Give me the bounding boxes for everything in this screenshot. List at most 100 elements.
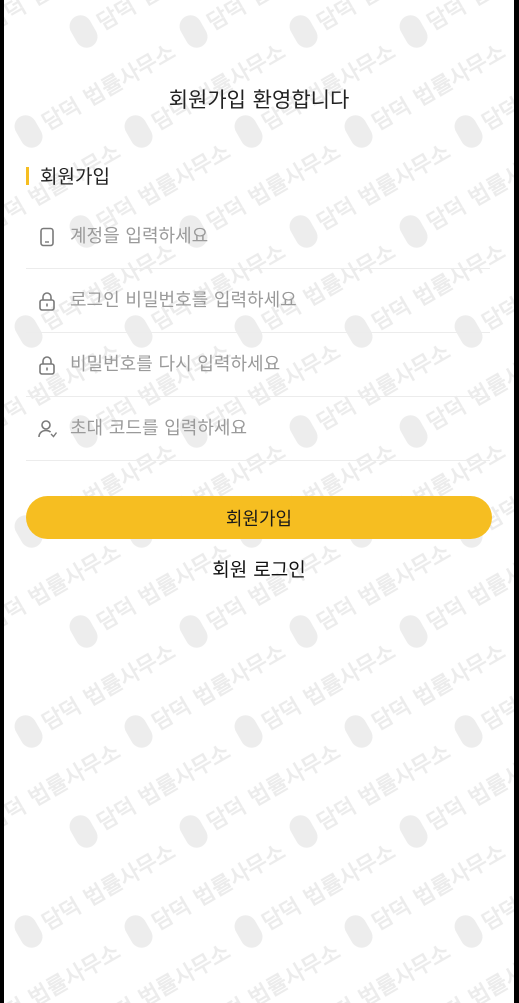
section-accent-bar [26, 166, 29, 185]
watermark-seal-icon [285, 11, 322, 52]
watermark-seal-icon [395, 611, 432, 652]
watermark-stamp: 담덕 법률사무소 [286, 934, 457, 1003]
phone-icon [36, 226, 58, 248]
watermark-stamp: 담덕 법률사무소 [395, 734, 514, 852]
watermark-stamp: 담덕 법률사무소 [285, 0, 457, 52]
watermark-text: 담덕 법률사무소 [90, 0, 235, 37]
watermark-seal-icon [340, 911, 377, 952]
watermark-text: 담덕 법률사무소 [203, 939, 346, 1003]
watermark-seal-icon [120, 711, 157, 752]
watermark-stamp: 담덕 법률사무소 [340, 634, 512, 752]
watermark-stamp: 담덕 법률사무소 [175, 734, 347, 852]
watermark-text: 담덕 법률사무소 [368, 639, 511, 736]
watermark-text: 담덕 법률사무소 [4, 539, 126, 636]
user-icon [36, 418, 58, 440]
watermark-stamp: 담덕 법률사무소 [395, 0, 514, 52]
watermark-seal-icon [230, 911, 267, 952]
watermark-text: 담덕 법률사무소 [203, 739, 346, 836]
watermark-seal-icon [450, 711, 487, 752]
watermark-stamp: 담덕 법률사무소 [65, 734, 237, 852]
watermark-text: 담덕 법률사무소 [93, 939, 236, 1003]
signup-screen: 담덕 법률사무소담덕 법률사무소담덕 법률사무소담덕 법률사무소담덕 법률사무소… [4, 0, 514, 1003]
watermark-seal-icon [10, 911, 47, 952]
watermark-seal-icon [285, 611, 322, 652]
watermark-stamp: 담덕 법률사무소 [4, 934, 126, 1003]
watermark-seal-icon [65, 11, 102, 52]
watermark-stamp: 담덕 법률사무소 [395, 534, 514, 652]
section-title: 회원가입 [40, 166, 110, 188]
watermark-stamp: 담덕 법률사무소 [65, 534, 237, 652]
watermark-seal-icon [395, 11, 432, 52]
watermark-stamp: 담덕 법률사무소 [4, 734, 126, 852]
watermark-text: 담덕 법률사무소 [478, 840, 514, 936]
watermark-seal-icon [10, 111, 47, 152]
watermark-stamp: 담덕 법률사무소 [10, 834, 182, 952]
watermark-text: 담덕 법률사무소 [200, 0, 345, 37]
watermark-seal-icon [285, 811, 322, 852]
watermark-stamp: 담덕 법률사무소 [176, 934, 347, 1003]
watermark-text: 담덕 법률사무소 [4, 0, 126, 37]
password-field[interactable] [26, 269, 490, 333]
watermark-text: 담덕 법률사무소 [423, 739, 514, 836]
watermark-seal-icon [175, 611, 212, 652]
lock-icon [36, 354, 58, 376]
password-confirm-input[interactable] [70, 354, 470, 375]
watermark-text: 담덕 법률사무소 [93, 539, 236, 636]
watermark-seal-icon [175, 811, 212, 852]
watermark-seal-icon [120, 911, 157, 952]
watermark-seal-icon [340, 711, 377, 752]
watermark-text: 담덕 법률사무소 [38, 839, 181, 936]
watermark-stamp: 담덕 법률사무소 [285, 734, 457, 852]
watermark-seal-icon [65, 611, 102, 652]
watermark-stamp: 담덕 법률사무소 [285, 534, 457, 652]
watermark-stamp: 담덕 법률사무소 [120, 834, 292, 952]
watermark-text: 담덕 법률사무소 [313, 739, 456, 836]
watermark-text: 담덕 법률사무소 [368, 839, 511, 936]
watermark-seal-icon [10, 711, 47, 752]
signup-button[interactable]: 회원가입 [26, 496, 492, 539]
watermark-stamp: 담덕 법률사무소 [175, 534, 347, 652]
page-title: 회원가입 환영합니다 [168, 88, 350, 112]
watermark-seal-icon [230, 111, 267, 152]
password-confirm-field[interactable] [26, 333, 490, 397]
watermark-stamp: 담덕 법률사무소 [396, 934, 514, 1003]
invite-code-field[interactable] [26, 397, 490, 461]
watermark-stamp: 담덕 법률사무소 [4, 0, 126, 52]
account-field[interactable] [26, 205, 490, 269]
watermark-seal-icon [395, 811, 432, 852]
watermark-text: 담덕 법률사무소 [313, 939, 456, 1003]
watermark-text: 담덕 법률사무소 [258, 839, 401, 936]
watermark-text: 담덕 법률사무소 [423, 539, 514, 636]
watermark-text: 담덕 법률사무소 [38, 639, 181, 736]
invite-code-input[interactable] [70, 418, 470, 439]
watermark-text: 담덕 법률사무소 [423, 939, 514, 1003]
section-header: 회원가입 [26, 162, 110, 189]
watermark-seal-icon [120, 111, 157, 152]
watermark-seal-icon [230, 711, 267, 752]
watermark-stamp: 담덕 법률사무소 [230, 834, 402, 952]
watermark-stamp: 담덕 법률사무소 [66, 934, 237, 1003]
watermark-text: 담덕 법률사무소 [148, 839, 291, 936]
password-input[interactable] [70, 290, 470, 311]
watermark-stamp: 담덕 법률사무소 [340, 834, 512, 952]
watermark-stamp: 담덕 법률사무소 [175, 0, 347, 52]
account-input[interactable] [70, 226, 470, 247]
watermark-text: 담덕 법률사무소 [4, 939, 126, 1003]
watermark-stamp: 담덕 법률사무소 [10, 634, 182, 752]
watermark-text: 담덕 법률사무소 [478, 640, 514, 736]
watermark-stamp: 담덕 법률사무소 [450, 634, 514, 752]
watermark-seal-icon [175, 11, 212, 52]
watermark-stamp: 담덕 법률사무소 [230, 634, 402, 752]
watermark-stamp: 담덕 법률사무소 [450, 834, 514, 952]
lock-icon [36, 290, 58, 312]
watermark-text: 담덕 법률사무소 [4, 739, 126, 836]
watermark-text: 담덕 법률사무소 [148, 639, 291, 736]
watermark-text: 담덕 법률사무소 [310, 0, 455, 37]
watermark-seal-icon [65, 811, 102, 852]
watermark-seal-icon [450, 111, 487, 152]
watermark-text: 담덕 법률사무소 [420, 0, 514, 37]
watermark-text: 담덕 법률사무소 [93, 739, 236, 836]
watermark-stamp: 담덕 법률사무소 [65, 0, 237, 52]
watermark-stamp: 담덕 법률사무소 [120, 634, 292, 752]
member-login-link[interactable]: 회원 로그인 [4, 555, 514, 582]
